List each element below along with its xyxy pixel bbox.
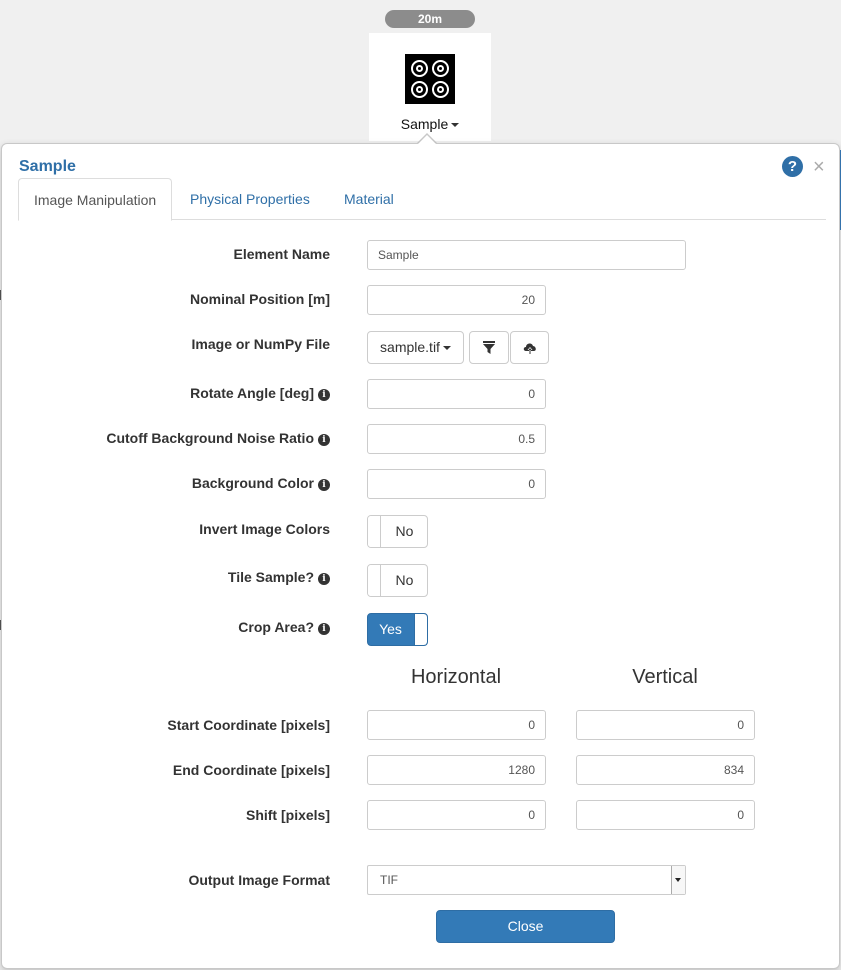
info-icon[interactable]: i xyxy=(318,573,330,585)
crop-area-label: Crop Area? i xyxy=(238,619,330,635)
element-card[interactable]: Sample xyxy=(369,33,491,141)
element-label: Sample xyxy=(400,116,449,132)
popover-arrow-inner xyxy=(417,135,437,145)
tile-sample-label: Tile Sample? i xyxy=(228,569,330,585)
output-format-select[interactable]: TIF xyxy=(367,865,686,895)
toggle-handle[interactable] xyxy=(368,516,381,547)
toggle-state: No xyxy=(395,572,414,588)
background-color-label: Background Color i xyxy=(192,475,330,491)
invert-colors-toggle[interactable]: No xyxy=(367,515,428,548)
chevron-down-icon[interactable] xyxy=(671,866,685,894)
tab-image-manipulation[interactable]: Image Manipulation xyxy=(18,178,173,221)
image-file-label: Image or NumPy File xyxy=(191,336,330,352)
end-coordinate-label: End Coordinate [pixels] xyxy=(172,762,330,778)
info-icon[interactable]: i xyxy=(318,623,330,635)
vertical-column-heading: Vertical xyxy=(632,666,698,688)
element-name-input[interactable]: Sample xyxy=(367,240,686,270)
filter-button[interactable] xyxy=(469,331,509,364)
info-icon[interactable]: i xyxy=(318,389,330,401)
background-color-input[interactable]: 0 xyxy=(367,469,546,499)
start-coordinate-label: Start Coordinate [pixels] xyxy=(167,717,330,733)
nominal-position-label: Nominal Position [m] xyxy=(190,291,330,307)
invert-colors-label: Invert Image Colors xyxy=(199,521,330,537)
tab-bar: Image Manipulation Physical Properties M… xyxy=(18,178,826,221)
tab-physical-properties[interactable]: Physical Properties xyxy=(175,178,325,220)
upload-button[interactable] xyxy=(510,331,549,364)
rotate-angle-input[interactable]: 0 xyxy=(367,379,546,409)
tile-sample-toggle[interactable]: No xyxy=(367,564,428,597)
element-name-label: Element Name xyxy=(233,246,330,262)
crop-area-toggle[interactable]: Yes xyxy=(367,613,428,646)
output-format-value: TIF xyxy=(380,873,398,887)
element-settings-popover: Sample ? × Image Manipulation Physical P… xyxy=(1,135,840,969)
close-button[interactable]: Close xyxy=(436,910,615,943)
end-vertical-input[interactable]: 834 xyxy=(576,755,755,785)
help-icon[interactable]: ? xyxy=(782,156,803,177)
image-file-value: sample.tif xyxy=(380,339,440,355)
close-icon[interactable]: × xyxy=(813,156,825,178)
start-horizontal-input[interactable]: 0 xyxy=(367,710,546,740)
output-format-label: Output Image Format xyxy=(188,872,330,888)
shift-vertical-input[interactable]: 0 xyxy=(576,800,755,830)
caret-down-icon xyxy=(442,346,451,351)
cloud-upload-icon xyxy=(523,343,536,355)
caret-down-icon xyxy=(451,123,460,128)
rotate-angle-label: Rotate Angle [deg] i xyxy=(190,385,330,401)
info-icon[interactable]: i xyxy=(318,434,330,446)
toggle-state: No xyxy=(395,523,414,539)
start-vertical-input[interactable]: 0 xyxy=(576,710,755,740)
info-icon[interactable]: i xyxy=(318,479,330,491)
tab-material[interactable]: Material xyxy=(329,178,409,220)
shift-horizontal-input[interactable]: 0 xyxy=(367,800,546,830)
distance-badge: 20m xyxy=(385,10,475,28)
element-label-dropdown[interactable]: Sample xyxy=(369,116,491,132)
toggle-handle[interactable] xyxy=(414,614,427,645)
popover-title: Sample xyxy=(19,158,76,175)
shift-label: Shift [pixels] xyxy=(245,807,330,823)
toggle-handle[interactable] xyxy=(368,565,381,596)
image-file-dropdown[interactable]: sample.tif xyxy=(367,331,464,364)
horizontal-column-heading: Horizontal xyxy=(410,666,502,688)
cutoff-noise-label: Cutoff Background Noise Ratio i xyxy=(106,430,330,446)
toggle-state: Yes xyxy=(379,621,402,637)
sample-rings-icon xyxy=(405,54,455,104)
filter-icon xyxy=(483,341,495,355)
cutoff-noise-input[interactable]: 0.5 xyxy=(367,424,546,454)
nominal-position-input[interactable]: 20 xyxy=(367,285,546,315)
end-horizontal-input[interactable]: 1280 xyxy=(367,755,546,785)
